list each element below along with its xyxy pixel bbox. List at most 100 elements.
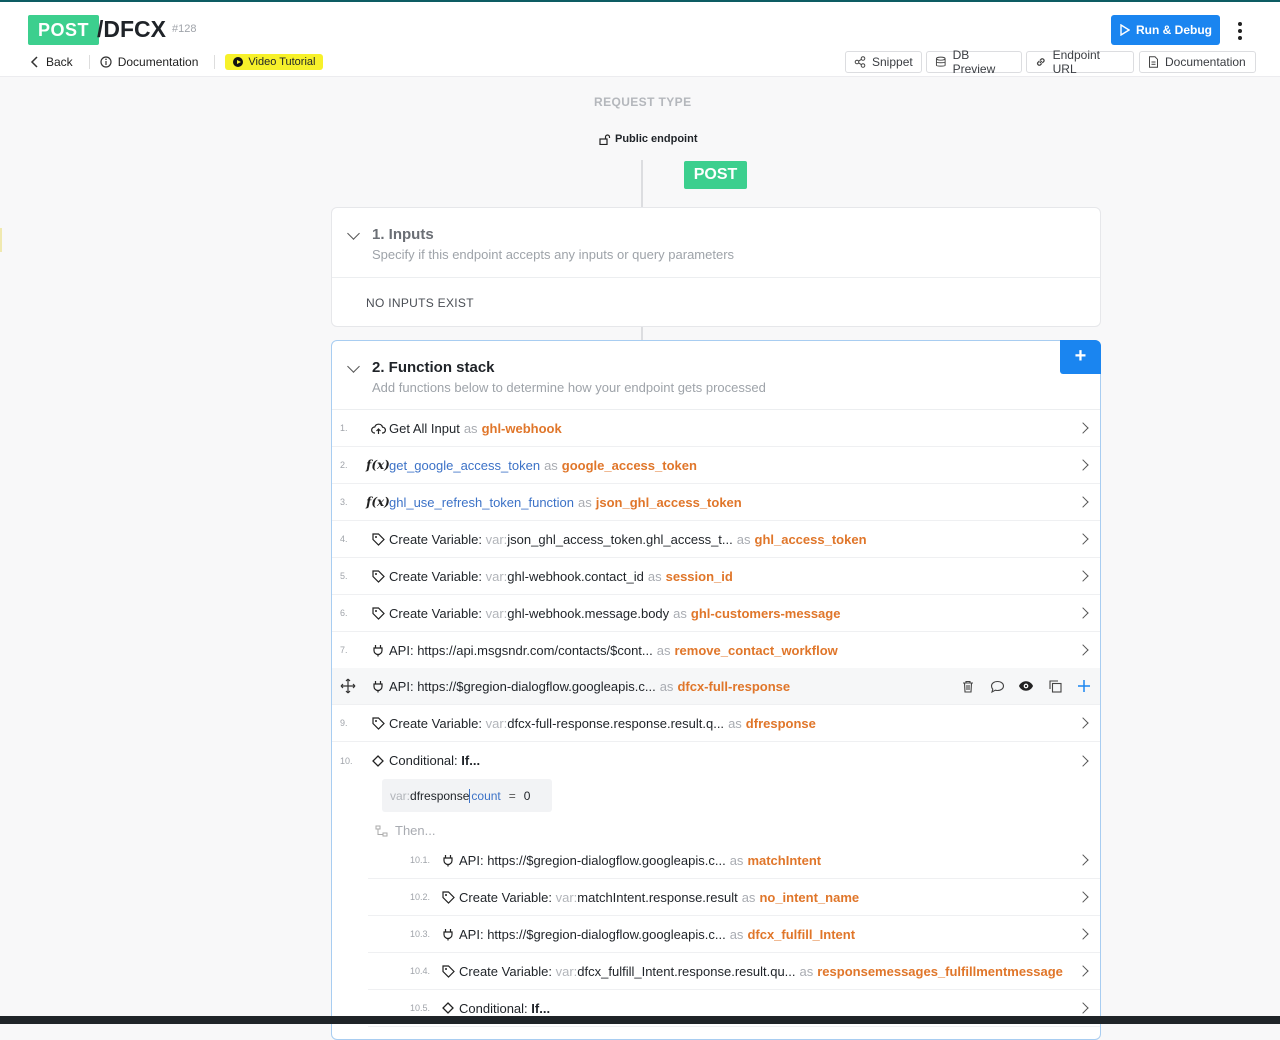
page-header: POST /DFCX #128 Back Documentation Video… xyxy=(0,2,1280,77)
more-options-icon[interactable] xyxy=(1233,20,1247,42)
snippet-button[interactable]: Snippet xyxy=(845,51,922,73)
function-row-text: Create Variable: var:matchIntent.respons… xyxy=(459,890,859,905)
plug-icon xyxy=(370,678,386,694)
db-preview-button[interactable]: DB Preview xyxy=(926,48,1022,76)
tag-icon xyxy=(370,715,386,731)
var-prefix: var: xyxy=(485,605,508,621)
then-function-row[interactable]: 10.4. Create Variable: var:dfcx_fulfill_I… xyxy=(368,953,1100,990)
function-label: API: xyxy=(389,678,414,694)
video-tutorial-label: Video Tutorial xyxy=(248,56,316,68)
add-below-icon[interactable] xyxy=(1076,678,1092,694)
comment-icon[interactable] xyxy=(989,678,1005,694)
chevron-right-icon[interactable] xyxy=(1077,570,1089,582)
copy-icon[interactable] xyxy=(1047,678,1063,694)
chevron-right-icon[interactable] xyxy=(1077,533,1089,545)
then-function-row[interactable]: 10.2. Create Variable: var:matchIntent.re… xyxy=(368,879,1100,916)
tag-icon xyxy=(370,531,386,547)
condition-expression[interactable]: var: dfresponse count = 0 xyxy=(382,779,552,812)
run-debug-button[interactable]: Run & Debug xyxy=(1111,15,1220,45)
condition-value: 0 xyxy=(523,788,531,803)
chevron-right-icon[interactable] xyxy=(1077,854,1089,866)
function-row[interactable]: 4. Create Variable: var:json_ghl_access_t… xyxy=(332,521,1100,558)
inputs-subtitle: Specify if this endpoint accepts any inp… xyxy=(372,247,735,262)
function-name: ghl_use_refresh_token_function xyxy=(389,494,575,510)
function-row-text: get_google_access_token as google_access_t… xyxy=(389,458,697,473)
back-link[interactable]: Back xyxy=(30,55,73,69)
as-keyword: as xyxy=(728,715,742,731)
collapse-inputs-icon[interactable] xyxy=(347,227,360,240)
function-row[interactable]: 2. f(x) get_google_access_token as google_ac… xyxy=(332,447,1100,484)
function-label: Create Variable: xyxy=(389,715,482,731)
chevron-right-icon[interactable] xyxy=(1077,928,1089,940)
row-number: 9. xyxy=(340,718,348,728)
output-variable: dfcx-full-response xyxy=(677,678,791,694)
snippet-label: Snippet xyxy=(872,55,913,69)
as-keyword: as xyxy=(463,420,478,436)
tag-icon xyxy=(370,568,386,584)
chevron-right-icon[interactable] xyxy=(1077,965,1089,977)
as-keyword: as xyxy=(799,963,814,979)
nav-divider xyxy=(88,55,90,69)
row-number: 7. xyxy=(340,645,348,655)
function-row[interactable]: 3. f(x) ghl_use_refresh_token_function as js… xyxy=(332,484,1100,521)
function-value: https://$gregion-dialogflow.googleapis.c… xyxy=(417,678,656,694)
chevron-right-icon[interactable] xyxy=(1077,422,1089,434)
chevron-right-icon[interactable] xyxy=(1077,459,1089,471)
as-keyword: as xyxy=(578,494,592,510)
move-handle-icon[interactable] xyxy=(340,678,356,694)
function-label: Create Variable: xyxy=(459,889,552,905)
endpoint-path: /DFCX xyxy=(97,16,166,42)
chevron-right-icon[interactable] xyxy=(1077,496,1089,508)
function-label: Create Variable: xyxy=(389,568,482,584)
video-tutorial-button[interactable]: Video Tutorial xyxy=(225,54,324,70)
function-row[interactable]: 1. Get All Input as ghl-webhook xyxy=(332,410,1100,447)
documentation-button[interactable]: Documentation xyxy=(1139,51,1256,73)
function-value: dfcx-full-response.response.result.q... xyxy=(507,715,725,731)
function-row[interactable]: 9. Create Variable: var:dfcx-full-respons… xyxy=(332,705,1100,742)
function-label: API: xyxy=(389,642,414,658)
chevron-right-icon[interactable] xyxy=(1077,891,1089,903)
function-row[interactable]: API: https://$gregion-dialogflow.googlea… xyxy=(332,668,1100,705)
chevron-right-icon[interactable] xyxy=(1077,717,1089,729)
function-row[interactable]: 6. Create Variable: var:ghl-webhook.messa… xyxy=(332,595,1100,632)
function-value: ghl-webhook.contact_id xyxy=(507,568,644,584)
function-row-text: API: https://api.msgsndr.com/contacts/$c… xyxy=(389,643,838,658)
then-function-row[interactable]: 10.1. API: https://$gregion-dialogflow.go… xyxy=(368,842,1100,879)
plug-icon xyxy=(440,926,456,942)
os-taskbar xyxy=(0,1016,1280,1024)
output-variable: ghl_access_token xyxy=(754,531,867,547)
var-prefix: var: xyxy=(485,531,508,547)
diamond-icon xyxy=(440,1000,456,1016)
as-keyword: as xyxy=(544,457,558,473)
flow-connector xyxy=(641,160,643,207)
cloud-input-icon xyxy=(370,420,386,436)
function-row[interactable]: 10. Conditional: If... xyxy=(332,742,1100,779)
request-type-label: REQUEST TYPE xyxy=(594,95,692,109)
chevron-right-icon[interactable] xyxy=(1077,754,1089,767)
chevron-right-icon[interactable] xyxy=(1077,644,1089,656)
output-variable: json_ghl_access_token xyxy=(595,494,742,510)
eye-icon[interactable] xyxy=(1018,678,1034,694)
output-variable: dfresponse xyxy=(745,715,816,731)
inputs-title: 1. Inputs xyxy=(372,226,434,243)
function-label: Create Variable: xyxy=(389,531,482,547)
add-function-button[interactable]: + xyxy=(1060,340,1101,374)
function-row[interactable]: 7. API: https://api.msgsndr.com/contacts/… xyxy=(332,632,1100,669)
function-row[interactable]: 5. Create Variable: var:ghl-webhook.conta… xyxy=(332,558,1100,595)
then-function-row[interactable]: 10.3. API: https://$gregion-dialogflow.go… xyxy=(368,916,1100,953)
collapse-function-stack-icon[interactable] xyxy=(347,360,360,373)
chevron-right-icon[interactable] xyxy=(1077,1002,1089,1014)
chevron-right-icon[interactable] xyxy=(1077,607,1089,619)
function-label: Create Variable: xyxy=(459,963,552,979)
link-icon xyxy=(1036,58,1045,66)
condition-operator: = xyxy=(508,788,516,803)
output-variable: google_access_token xyxy=(561,457,697,473)
trash-icon[interactable] xyxy=(960,678,976,694)
function-row-text: API: https://$gregion-dialogflow.googlea… xyxy=(459,853,821,868)
documentation-link[interactable]: Documentation xyxy=(100,55,198,69)
endpoint-url-button[interactable]: Endpoint URL xyxy=(1026,48,1134,76)
function-row-text: Create Variable: var:dfcx_fulfill_Intent… xyxy=(459,964,1063,979)
row-number: 1. xyxy=(340,423,348,433)
function-row-text: Create Variable: var:ghl-webhook.message… xyxy=(389,606,840,621)
unlock-icon xyxy=(599,133,611,145)
